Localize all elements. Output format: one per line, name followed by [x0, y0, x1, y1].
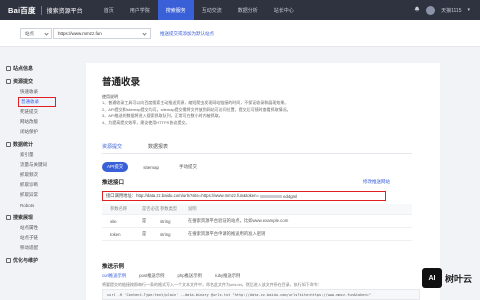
bell-icon[interactable] [414, 6, 420, 14]
chevron-down-icon[interactable]: ▾ [467, 7, 470, 13]
top-navbar: Bai百度 搜索资源平台 首页 用户学院 搜索服务 互动交流 数据分析 站长中心 天狼11… [0, 0, 480, 20]
api-url-suffix: ed4gml [283, 193, 298, 199]
tab-divider [102, 153, 412, 154]
watermark-badge: AI [422, 268, 442, 288]
sidebar-item[interactable]: 普通收录 [18, 97, 56, 107]
note-line: 4、为提高提交效率，建议使用HTTPS协议提交。 [102, 119, 190, 125]
sidebar-item[interactable]: 闭站保护 [0, 127, 72, 137]
table-header-cell: 是否必选 [142, 206, 160, 211]
nav-item[interactable]: 首页 [96, 0, 122, 20]
brand-divider [40, 5, 42, 15]
table-cell: token [110, 231, 121, 237]
sidebar-item[interactable]: 移动适配 [0, 243, 72, 253]
table-row: token 是 string 在搜索资源平台申请的推送用的准入密钥 [102, 228, 412, 241]
sidebar-group[interactable]: 数据统计 [0, 139, 72, 150]
sidebar-group[interactable]: 资源提交 [0, 76, 72, 87]
api-title: 推送接口 [102, 180, 125, 186]
site-bar: 站点 https://www.mmzz.fun 推送提交或添加为默认站点 [0, 20, 480, 47]
menu-icon [6, 142, 11, 147]
sidebar-item[interactable]: 抓取异常 [0, 190, 72, 200]
sample-tab[interactable]: curl推送示例 [102, 273, 126, 279]
table-cell: site [110, 218, 117, 224]
table-cell: string [160, 231, 171, 237]
sidebar-group[interactable]: 搜索展现 [0, 212, 72, 223]
nav-item[interactable]: 数据分析 [230, 0, 266, 20]
sidebar-item[interactable]: 站点属性 [0, 223, 72, 233]
site-type-select[interactable]: 站点 [20, 28, 52, 39]
sidebar-item[interactable]: 网站改版 [0, 117, 72, 127]
site-selector[interactable]: https://www.mmzz.fun [53, 28, 151, 39]
api-url-prefix: 接口调用地址：http://data.zz.baidu.com/urls?sit… [106, 193, 260, 198]
sidebar-group-label: 站点信息 [13, 66, 34, 72]
subtab[interactable]: sitemap [138, 163, 164, 172]
menu-icon [6, 258, 11, 263]
user-area[interactable]: 天狼1115 ▾ [414, 0, 470, 20]
usage-notes: 使用说明 1、普通收录工具可以向百度搜索主动推送资源，缩短爬虫发现网站链接的时间… [102, 94, 291, 126]
nav-item[interactable]: 搜索服务 [157, 0, 194, 20]
menu-icon [6, 79, 11, 84]
sidebar-group[interactable]: 站点信息 [0, 63, 72, 74]
sidebar-item[interactable]: 抓取诊断 [0, 180, 72, 190]
main-nav: 首页 用户学院 搜索服务 互动交流 数据分析 站长中心 [96, 0, 302, 20]
nav-item[interactable]: 互动交流 [194, 0, 230, 20]
sidebar-item[interactable]: 死链提交 [0, 107, 72, 117]
table-cell: 是 [142, 231, 147, 236]
site-add-link[interactable]: 推送提交或添加为默认站点 [160, 31, 214, 37]
sidebar-item[interactable]: 抓取频次 [0, 170, 72, 180]
menu-icon [6, 66, 11, 71]
watermark: AI 树叶云 [422, 268, 472, 288]
nav-item[interactable]: 用户学院 [122, 0, 158, 20]
watermark-text: 树叶云 [445, 273, 473, 284]
table-header-row: 参数名称 是否必选 参数类型 说明 [102, 204, 412, 215]
sidebar-group-label: 搜索展现 [13, 215, 34, 221]
sidebar-item[interactable]: 快速收录 [0, 87, 72, 97]
site-value: https://www.mmzz.fun [58, 31, 102, 36]
table-row: site 是 string 在搜索资源平台验证的站点，比如www.example.co… [102, 215, 412, 228]
subtab[interactable]: API提交 [102, 162, 129, 172]
page-title: 普通收录 [102, 77, 141, 88]
code-block[interactable]: curl -H 'Content-Type:text/plain' --data… [102, 289, 420, 300]
chevron-down-icon [44, 31, 49, 36]
user-name[interactable]: 天狼1115 [441, 7, 461, 14]
api-url-box[interactable]: 接口调用地址：http://data.zz.baidu.com/urls?sit… [102, 191, 386, 201]
chevron-down-icon [142, 31, 147, 36]
sidebar-item[interactable]: Robots [0, 200, 72, 210]
change-site-link[interactable]: 修改推送网站 [363, 179, 390, 185]
sample-title: 推送示例 [102, 264, 125, 270]
sidebar-item[interactable]: 流量与关键词 [0, 160, 72, 170]
sidebar-item[interactable]: 站点子链 [0, 233, 72, 243]
main-panel: 普通收录 使用说明 1、普通收录工具可以向百度搜索主动推送资源，缩短爬虫发现网站… [86, 63, 440, 300]
table-cell: 是 [142, 218, 147, 223]
sample-desc: 将要提交的链接按照每行一条的格式写入一个文本文件中，命名此文件为urls.txt… [102, 282, 322, 287]
sidebar-group-label: 资源提交 [13, 79, 34, 85]
sample-tab[interactable]: ruby推送示例 [215, 273, 241, 279]
table-header-cell: 参数名称 [110, 206, 128, 211]
sidebar-group-label: 数据统计 [13, 142, 34, 148]
sample-tab[interactable]: post推送示例 [139, 273, 164, 279]
baidu-logo: Bai百度 [8, 5, 36, 15]
sample-tabs: curl推送示例 post推送示例 php推送示例 ruby推送示例 [102, 273, 240, 279]
param-table: 参数名称 是否必选 参数类型 说明 site 是 string 在搜索资源平台验证的站点，比如… [102, 204, 412, 241]
menu-icon [6, 215, 11, 220]
note-line: 1、普通收录工具可以向百度搜索主动推送资源，缩短爬虫发现网站链接的时间，不保证收… [102, 100, 289, 106]
subtab-bar: API提交 sitemap 手动提交 [102, 162, 202, 172]
table-header-cell: 参数类型 [160, 206, 178, 211]
sidebar-item[interactable]: 索引量 [0, 150, 72, 160]
nav-item[interactable]: 站长中心 [266, 0, 302, 20]
table-cell: 在搜索资源平台验证的站点，比如www.example.com [188, 218, 289, 223]
avatar[interactable] [426, 5, 436, 15]
sample-tab[interactable]: php推送示例 [177, 273, 201, 279]
sidebar: 站点信息资源提交快速收录 普通收录 死链提交 网站改版 闭站保护数据统计索引量 流量与关键… [0, 63, 72, 300]
site-type-value: 站点 [25, 30, 34, 36]
brand-product: 搜索资源平台 [46, 8, 83, 15]
table-cell: string [160, 218, 171, 224]
subtab[interactable]: 手动提交 [174, 162, 202, 172]
brand[interactable]: Bai百度 搜索资源平台 [8, 5, 83, 16]
table-header-cell: 说明 [188, 206, 197, 211]
sidebar-group-label: 优化与维护 [13, 258, 39, 264]
table-cell: 在搜索资源平台申请的推送用的准入密钥 [188, 231, 266, 236]
redacted-token [260, 194, 283, 198]
sidebar-group[interactable]: 优化与维护 [0, 255, 72, 266]
